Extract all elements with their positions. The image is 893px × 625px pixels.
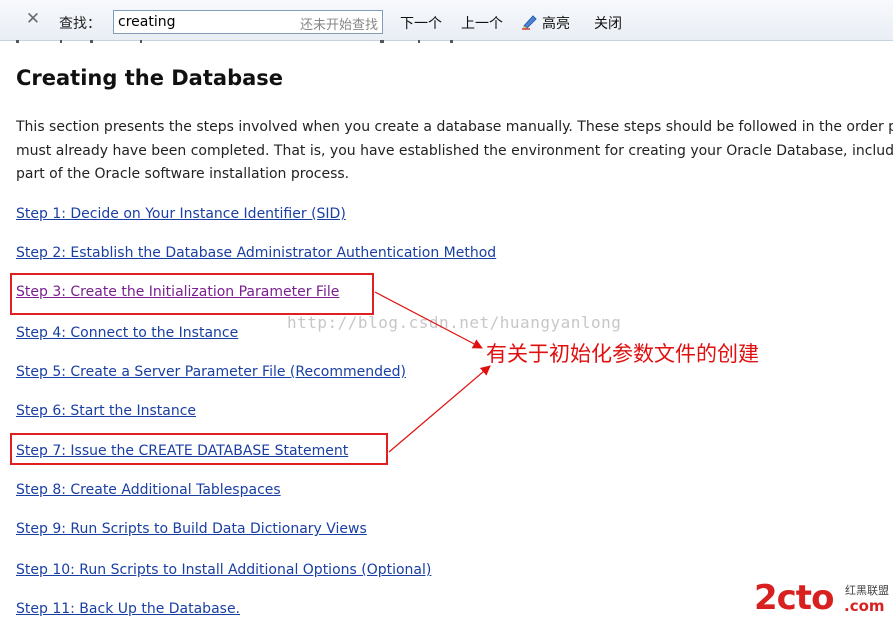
site-logo: 2cto 红黑联盟 .com: [752, 578, 893, 625]
cutoff-line-remnant: [16, 40, 453, 43]
find-box[interactable]: 还未开始查找: [113, 10, 383, 34]
find-next-button[interactable]: 下一个: [400, 13, 442, 33]
step-11-link[interactable]: Step 11: Back Up the Database.: [16, 601, 240, 617]
highlight-button[interactable]: 高亮: [542, 13, 570, 33]
intro-paragraph: This section presents the steps involved…: [16, 116, 893, 187]
paragraph-line: This section presents the steps involved…: [16, 119, 893, 135]
annotation-text: 有关于初始化参数文件的创建: [486, 342, 759, 366]
find-prev-button[interactable]: 上一个: [461, 13, 503, 33]
step-2-link[interactable]: Step 2: Establish the Database Administr…: [16, 245, 496, 261]
logo-cn-text: 红黑联盟: [845, 584, 889, 597]
close-findbar-icon[interactable]: ✕: [24, 10, 42, 28]
step-9-link[interactable]: Step 9: Run Scripts to Build Data Dictio…: [16, 521, 367, 537]
paragraph-line: must already have been completed. That i…: [16, 142, 893, 159]
find-close-button[interactable]: 关闭: [594, 13, 622, 33]
paragraph-line: part of the Oracle software installation…: [16, 166, 350, 182]
logo-main-text: 2cto: [754, 578, 834, 618]
find-label: 查找：: [59, 16, 101, 32]
highlight-pen-icon[interactable]: [521, 12, 539, 30]
find-input[interactable]: [116, 11, 290, 33]
find-bar: ✕ 查找： 还未开始查找 下一个 上一个 高亮 关闭: [0, 0, 893, 41]
step-5-link[interactable]: Step 5: Create a Server Parameter File (…: [16, 364, 406, 380]
find-status: 还未开始查找: [299, 18, 378, 33]
step-4-link[interactable]: Step 4: Connect to the Instance: [16, 325, 238, 341]
highlight-box-step-3: [10, 273, 374, 315]
watermark-text: http://blog.csdn.net/huangyanlong: [287, 313, 622, 332]
step-1-link[interactable]: Step 1: Decide on Your Instance Identifi…: [16, 206, 346, 222]
highlight-box-step-7: [10, 433, 388, 465]
step-10-link[interactable]: Step 10: Run Scripts to Install Addition…: [16, 562, 431, 578]
step-8-link[interactable]: Step 8: Create Additional Tablespaces: [16, 482, 281, 498]
logo-com-text: .com: [844, 597, 885, 615]
page-title: Creating the Database: [16, 66, 284, 90]
step-6-link[interactable]: Step 6: Start the Instance: [16, 403, 196, 419]
